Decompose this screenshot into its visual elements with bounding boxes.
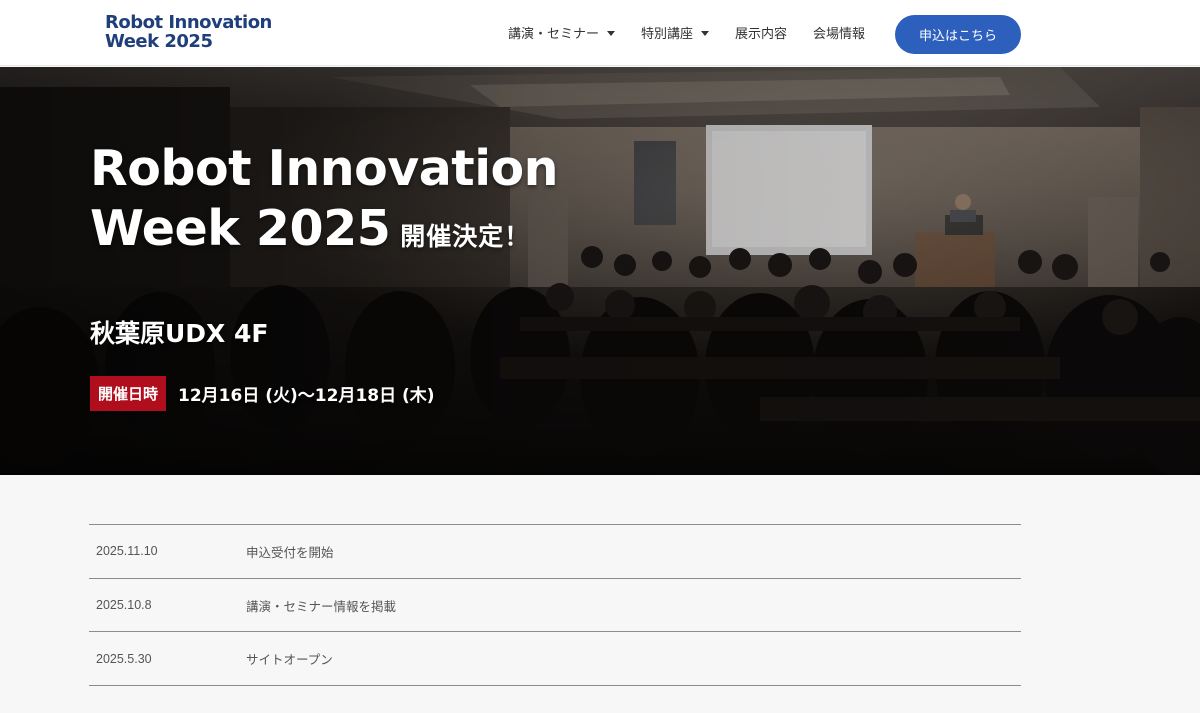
news-title-link[interactable]: 講演・セミナー情報を掲載 [246,596,396,615]
news-list: 2025.11.10 申込受付を開始 2025.10.8 講演・セミナー情報を掲… [89,524,1021,687]
apply-button[interactable]: 申込はこちら [895,15,1021,54]
site-header: Robot Innovation Week 2025 講演・セミナー 特別講座 … [0,0,1200,66]
site-logo[interactable]: Robot Innovation Week 2025 [105,13,272,51]
hero-venue: 秋葉原UDX 4F [90,319,269,348]
hero-title-line-1: Robot Innovation [90,140,559,197]
hero-title-line-2: Week 2025 [90,200,391,257]
caret-down-icon [607,31,616,36]
news-title-link[interactable]: サイトオープン [246,649,333,668]
main-nav: 講演・セミナー 特別講座 展示内容 会場情報 [508,23,865,42]
nav-item-lectures[interactable]: 講演・セミナー [508,23,616,42]
hero-date-row: 開催日時 12月16日 (火)～12月18日 (木) [90,376,435,411]
news-item: 2025.5.30 サイトオープン [89,632,1021,687]
news-title-link[interactable]: 申込受付を開始 [246,542,334,561]
nav-item-special-courses[interactable]: 特別講座 [641,23,710,42]
hero-banner: Robot Innovation Week 2025 開催決定！ 秋葉原UDX 4… [0,67,1200,475]
news-date: 2025.11.10 [96,544,158,559]
caret-down-icon [701,31,710,36]
hero-title: Robot Innovation Week 2025 開催決定！ [90,139,559,267]
date-badge: 開催日時 [90,376,167,411]
nav-item-label: 会場情報 [813,26,866,41]
news-item: 2025.10.8 講演・セミナー情報を掲載 [89,579,1021,633]
nav-item-label: 特別講座 [641,26,694,41]
logo-line-2: Week 2025 [105,31,213,52]
nav-item-venue[interactable]: 会場情報 [813,23,865,42]
hero-title-suffix: 開催決定！ [400,222,531,251]
nav-item-label: 講演・セミナー [508,26,600,41]
news-date: 2025.5.30 [96,651,152,666]
hero-overlay [0,67,1200,475]
news-date: 2025.10.8 [96,598,152,613]
date-text: 12月16日 (火)～12月18日 (木) [178,386,435,406]
logo-line-1: Robot Innovation [105,12,272,33]
nav-item-exhibits[interactable]: 展示内容 [735,23,787,42]
news-item: 2025.11.10 申込受付を開始 [89,525,1021,579]
nav-item-label: 展示内容 [735,26,788,41]
